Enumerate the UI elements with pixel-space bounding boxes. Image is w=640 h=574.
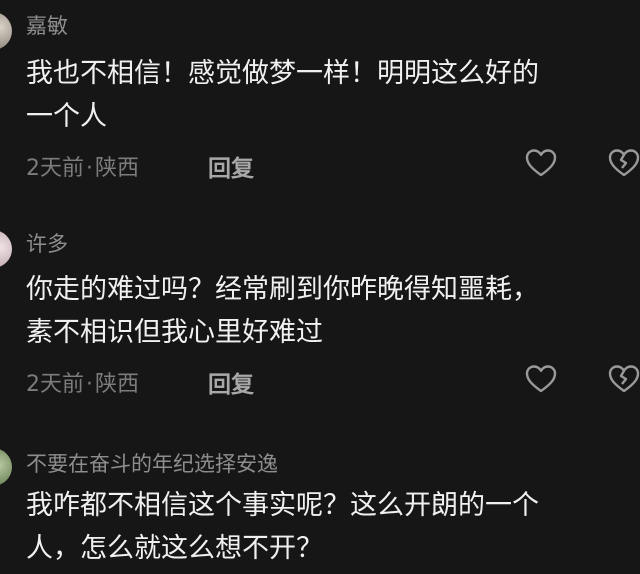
comment-text: 你走的难过吗？经常刷到你昨晚得知噩耗， 素不相识但我心里好难过 — [26, 268, 626, 354]
comment-meta: 2天前·陕西 — [26, 366, 139, 398]
comment-username[interactable]: 嘉敏 — [26, 10, 68, 40]
avatar[interactable] — [0, 12, 12, 50]
broken-heart-icon[interactable] — [608, 148, 640, 178]
heart-outline-icon[interactable] — [525, 148, 557, 178]
heart-outline-icon[interactable] — [525, 364, 557, 394]
comment-time: 2天前 — [26, 372, 84, 397]
comment-text-line: 我咋都不相信这个事实呢？这么开朗的一个 — [26, 490, 539, 521]
avatar[interactable] — [0, 448, 12, 486]
comment-text: 我也不相信！感觉做梦一样！明明这么好的 一个人 — [26, 52, 626, 138]
reply-button[interactable]: 回复 — [208, 365, 254, 399]
meta-separator: · — [86, 156, 93, 181]
comment-username[interactable]: 许多 — [26, 228, 68, 258]
reply-button[interactable]: 回复 — [208, 149, 254, 183]
meta-separator: · — [86, 372, 93, 397]
comment-item: 许多 你走的难过吗？经常刷到你昨晚得知噩耗， 素不相识但我心里好难过 2天前·陕… — [0, 218, 640, 418]
comment-text-line: 你走的难过吗？经常刷到你昨晚得知噩耗， — [26, 274, 539, 305]
broken-heart-icon[interactable] — [608, 364, 640, 394]
comment-item: 不要在奋斗的年纪选择安逸 我咋都不相信这个事实呢？这么开朗的一个 人，怎么就这么… — [0, 436, 640, 574]
comment-text-line: 素不相识但我心里好难过 — [26, 317, 323, 348]
comment-text-line: 人，怎么就这么想不开？ — [26, 533, 323, 564]
comment-text: 我咋都不相信这个事实呢？这么开朗的一个 人，怎么就这么想不开？ — [26, 484, 626, 570]
comment-username[interactable]: 不要在奋斗的年纪选择安逸 — [26, 448, 278, 478]
comment-text-line: 我也不相信！感觉做梦一样！明明这么好的 — [26, 58, 539, 89]
comment-location: 陕西 — [95, 156, 140, 181]
comment-location: 陕西 — [95, 372, 140, 397]
comment-time: 2天前 — [26, 156, 84, 181]
comment-text-line: 一个人 — [26, 101, 107, 132]
comment-meta: 2天前·陕西 — [26, 150, 139, 182]
avatar[interactable] — [0, 230, 12, 268]
comment-item: 嘉敏 我也不相信！感觉做梦一样！明明这么好的 一个人 2天前·陕西 回复 — [0, 0, 640, 200]
